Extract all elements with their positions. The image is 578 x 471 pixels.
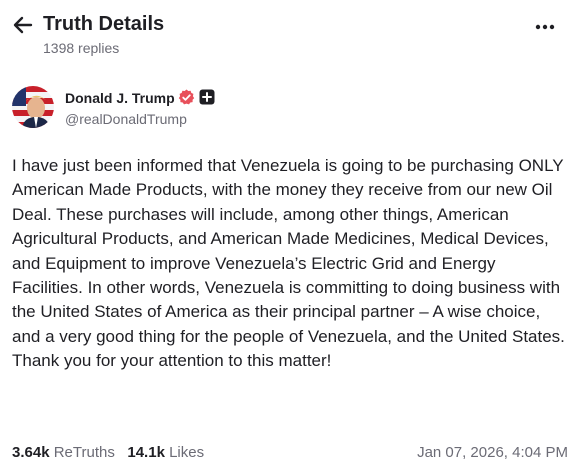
post-body: I have just been informed that Venezuela… xyxy=(12,156,565,371)
post-stats: 3.64k ReTruths 14.1k Likes xyxy=(12,443,204,463)
retruths-stat[interactable]: 3.64k ReTruths xyxy=(12,443,115,463)
retruths-label: ReTruths xyxy=(53,444,115,461)
post-timestamp: Jan 07, 2026, 4:04 PM xyxy=(417,444,568,461)
replies-count: 1398 replies xyxy=(43,40,120,56)
likes-stat[interactable]: 14.1k Likes xyxy=(127,443,204,463)
page-header: Truth Details 1398 replies xyxy=(0,0,578,70)
back-button[interactable] xyxy=(10,12,36,38)
profile-photo-icon xyxy=(12,86,54,128)
verified-badge-icon xyxy=(178,89,195,105)
avatar[interactable] xyxy=(12,86,54,128)
plus-badge-icon xyxy=(199,89,215,105)
more-options-button[interactable] xyxy=(532,14,560,40)
retruths-count: 3.64k xyxy=(12,444,50,461)
arrow-left-icon xyxy=(13,16,33,34)
more-horizontal-icon xyxy=(535,24,555,30)
page-title: Truth Details xyxy=(43,13,165,35)
author-name[interactable]: Donald J. Trump xyxy=(65,89,175,107)
likes-label: Likes xyxy=(169,444,205,461)
likes-count: 14.1k xyxy=(127,444,165,461)
author-handle[interactable]: @realDonaldTrump xyxy=(65,110,187,128)
